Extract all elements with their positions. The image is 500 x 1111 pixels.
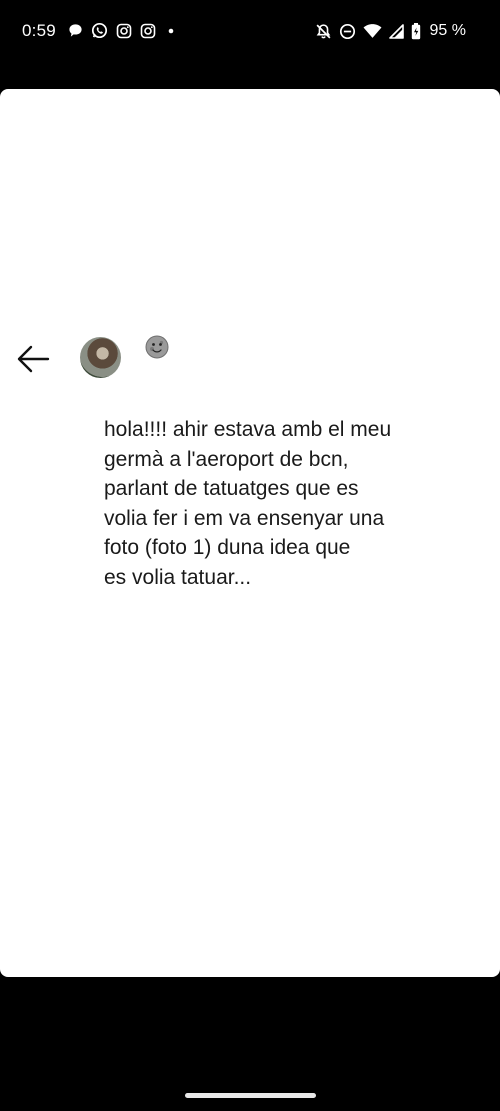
bell-off-icon	[315, 23, 332, 40]
battery-icon	[411, 22, 421, 40]
message-line: hola!!!! ahir estava amb el meu	[104, 418, 392, 441]
instagram-icon	[116, 23, 132, 39]
message-line: es volia tatuar...	[104, 565, 252, 589]
story-message-text: hola!!!! ahir estava amb el meu germà a …	[104, 415, 444, 592]
back-button[interactable]	[14, 339, 54, 379]
instagram-icon	[140, 23, 156, 39]
whatsapp-icon	[91, 22, 108, 39]
message-line: germà a l'aeroport de bcn,	[104, 447, 349, 471]
message-line: parlant de tatuatges que es	[104, 477, 359, 500]
avatar[interactable]	[80, 337, 121, 378]
chat-bubble-icon	[68, 23, 83, 38]
status-bar: 0:59 95 %	[0, 0, 500, 64]
home-indicator[interactable]	[185, 1093, 316, 1098]
back-arrow-icon	[17, 345, 50, 373]
dot-icon	[164, 24, 178, 38]
story-card[interactable]: hola!!!! ahir estava amb el meu germà a …	[0, 89, 500, 977]
signal-icon	[388, 23, 404, 39]
system-icons: 95 %	[315, 22, 466, 40]
do-not-disturb-icon	[339, 23, 356, 40]
battery-percent: 95 %	[429, 22, 466, 39]
message-line: foto (foto 1) duna idea que	[104, 536, 351, 559]
message-line: volia fer i em va ensenyar una	[104, 506, 385, 530]
status-time: 0:59	[22, 21, 56, 40]
wifi-icon	[363, 23, 382, 39]
moon-face-emoji-icon	[145, 335, 169, 359]
notification-icons	[68, 22, 178, 39]
